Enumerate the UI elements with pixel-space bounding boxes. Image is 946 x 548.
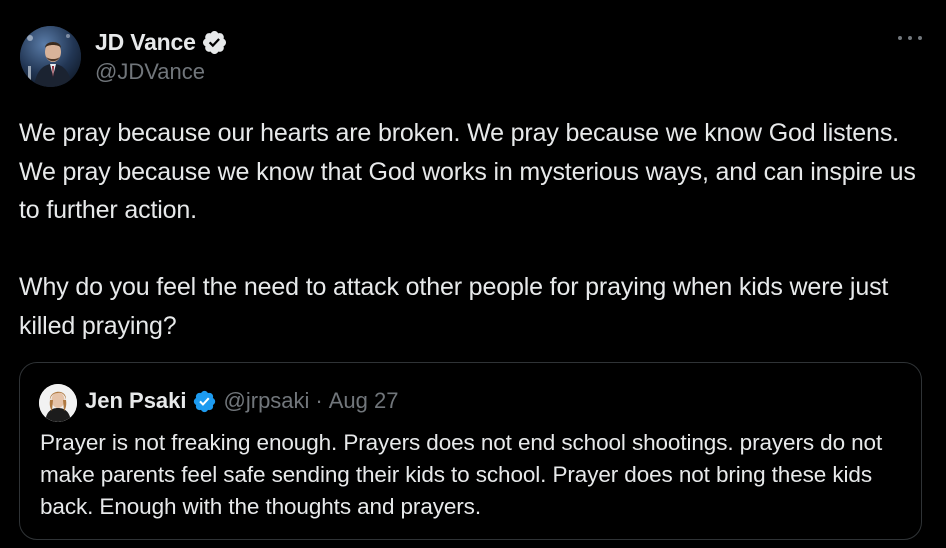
quoted-post[interactable]: Jen Psaki @jrpsaki · Aug 27 Prayer is no… [19,362,922,540]
verified-badge-icon[interactable] [192,389,217,414]
post: JD Vance @JDVance We pray because our he… [0,0,946,548]
author-name-row: JD Vance [95,27,228,57]
author-avatar[interactable] [20,26,81,87]
more-dot [908,36,912,40]
quoted-post-text: Prayer is not freaking enough. Prayers d… [40,430,883,519]
more-dot [918,36,922,40]
author-block: JD Vance @JDVance [95,27,228,85]
quoted-author-display-name[interactable]: Jen Psaki [85,388,187,414]
post-text: We pray because our hearts are broken. W… [19,119,916,340]
separator-dot: · [315,388,323,413]
author-display-name[interactable]: JD Vance [95,29,196,56]
more-dot [898,36,902,40]
quoted-author-avatar[interactable] [39,384,77,422]
quoted-author-handle[interactable]: @jrpsaki [224,388,310,414]
quoted-post-date[interactable]: Aug 27 [329,388,399,414]
author-handle[interactable]: @JDVance [95,59,228,85]
verified-badge-icon[interactable] [201,29,228,56]
quoted-post-header: Jen Psaki @jrpsaki · Aug 27 [85,386,398,416]
more-horizontal-icon[interactable] [898,28,922,48]
